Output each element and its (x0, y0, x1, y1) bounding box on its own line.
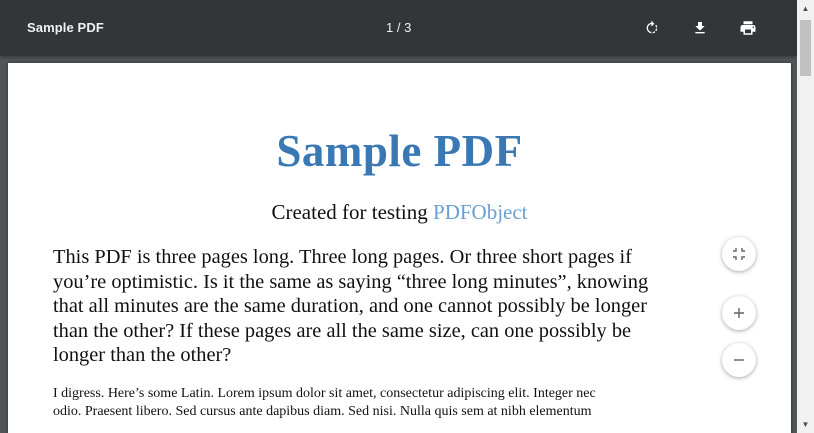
page-heading: Sample PDF (276, 126, 523, 176)
paragraph-line: I digress. Here’s some Latin. Lorem ipsu… (53, 386, 596, 401)
scrollbar-thumb[interactable] (800, 20, 811, 76)
zoom-out-button[interactable] (722, 343, 756, 377)
page-subtitle: Created for testing PDFObject (8, 200, 791, 225)
rotate-button[interactable] (638, 14, 666, 42)
page-indicator: 1 / 3 (386, 20, 412, 35)
scroll-down-icon[interactable]: ▼ (797, 416, 814, 433)
viewer-toolbar: Sample PDF 1 / 3 (0, 0, 797, 56)
zoom-out-icon (734, 359, 744, 361)
latin-paragraph: I digress. Here’s some Latin. Lorem ipsu… (53, 385, 753, 421)
subtitle-text: Created for testing (271, 200, 434, 224)
fit-to-page-icon (733, 248, 745, 260)
pdf-page: Sample PDF Created for testing PDFObject… (8, 63, 791, 433)
paragraph-line: odio. Praesent libero. Sed cursus ante d… (53, 404, 592, 419)
download-button[interactable] (686, 14, 714, 42)
pdf-viewer: Sample PDF 1 / 3 Sample PDF Created for … (0, 0, 797, 433)
document-title: Sample PDF (27, 20, 104, 35)
zoom-in-icon (734, 308, 744, 318)
paragraph-line: This PDF is three pages long. Three long… (53, 246, 632, 268)
scroll-up-icon[interactable]: ▲ (797, 0, 814, 17)
pdfobject-link[interactable]: PDFObject (433, 200, 528, 224)
print-button[interactable] (734, 14, 762, 42)
print-icon (740, 21, 756, 35)
fit-to-page-button[interactable] (722, 237, 756, 271)
zoom-in-button[interactable] (722, 296, 756, 330)
paragraph-line: that all minutes are the same duration, … (53, 295, 647, 317)
paragraph-line: than the other? If these pages are all t… (53, 319, 632, 342)
page-scrollbar[interactable]: ▲ ▼ (797, 0, 814, 433)
intro-paragraph: This PDF is three pages long. Three long… (53, 245, 753, 368)
paragraph-line: you’re optimistic. Is it the same as say… (53, 270, 649, 293)
rotate-clockwise-icon (646, 20, 658, 34)
download-icon (695, 22, 705, 34)
paragraph-line: longer than the other? (53, 344, 232, 366)
